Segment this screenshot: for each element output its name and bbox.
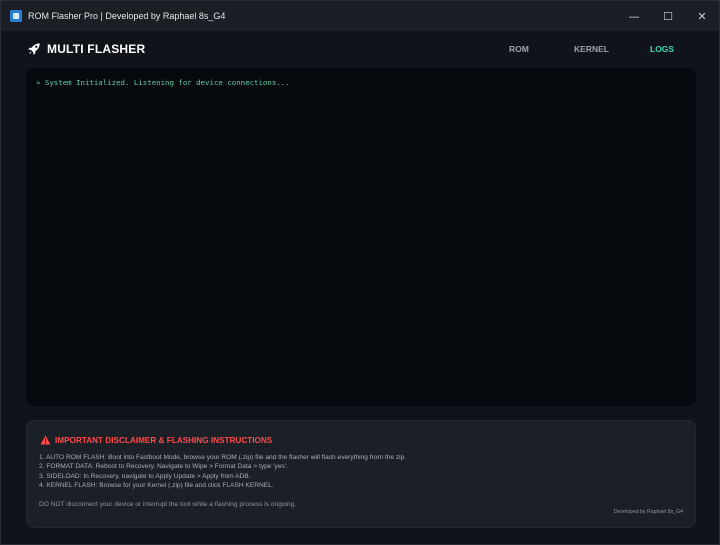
close-button[interactable]: ✕ xyxy=(685,1,719,31)
disconnect-warning: DO NOT disconnect your device or interru… xyxy=(39,501,297,508)
minimize-button[interactable]: — xyxy=(617,1,651,31)
instruction-item: 3. SIDELOAD: In Recovery, navigate to Ap… xyxy=(39,472,251,480)
tab-rom[interactable]: ROM xyxy=(509,44,529,54)
instruction-list: 1. AUTO ROM FLASH: Boot into Fastboot Mo… xyxy=(39,453,406,490)
log-console[interactable]: » System Initialized. Listening for devi… xyxy=(26,68,696,406)
tab-logs[interactable]: LOGS xyxy=(650,44,674,54)
rocket-icon xyxy=(28,43,40,55)
warning-icon xyxy=(40,435,51,445)
app-window: ROM Flasher Pro | Developed by Raphael 8… xyxy=(0,0,720,545)
disclaimer-header: IMPORTANT DISCLAIMER & FLASHING INSTRUCT… xyxy=(40,435,272,445)
instruction-item: 1. AUTO ROM FLASH: Boot into Fastboot Mo… xyxy=(39,454,407,461)
developer-credit: Developed by Raphael 8s_G4 xyxy=(613,509,683,515)
log-line: » System Initialized. Listening for devi… xyxy=(36,78,290,87)
disclaimer-title: IMPORTANT DISCLAIMER & FLASHING INSTRUCT… xyxy=(55,435,273,445)
title-bar[interactable]: ROM Flasher Pro | Developed by Raphael 8… xyxy=(1,1,719,31)
app-icon xyxy=(10,10,22,22)
brand: MULTI FLASHER xyxy=(27,42,145,56)
instruction-item: 2. FORMAT DATA: Reboot to Recovery. Navi… xyxy=(39,463,288,471)
brand-title: MULTI FLASHER xyxy=(47,42,146,56)
window-title: ROM Flasher Pro | Developed by Raphael 8… xyxy=(28,11,226,21)
disclaimer-panel: IMPORTANT DISCLAIMER & FLASHING INSTRUCT… xyxy=(26,420,696,528)
maximize-button[interactable]: ☐ xyxy=(651,1,685,31)
app-header: MULTI FLASHER ROM KERNEL LOGS xyxy=(1,31,719,69)
tab-kernel[interactable]: KERNEL xyxy=(574,44,609,54)
window-controls: — ☐ ✕ xyxy=(617,1,719,31)
instruction-item: 4. KERNEL FLASH: Browse for your Kernel … xyxy=(39,481,274,489)
